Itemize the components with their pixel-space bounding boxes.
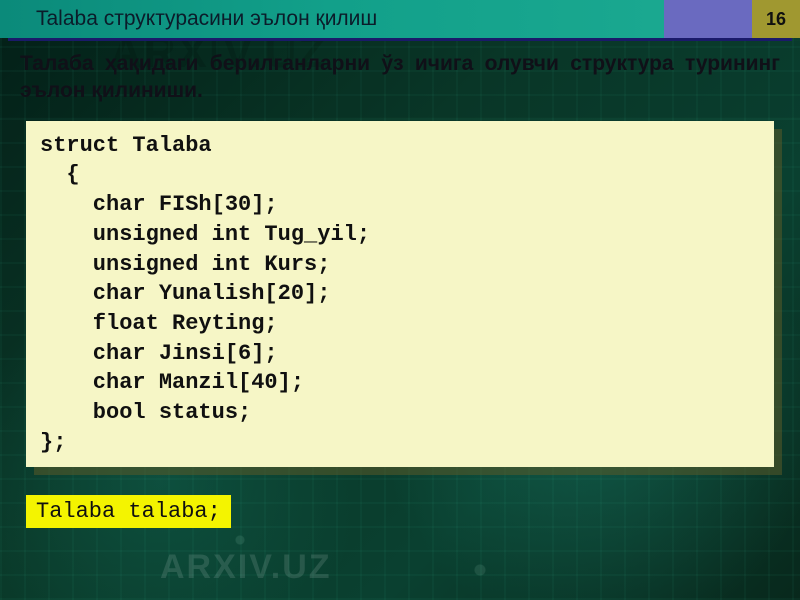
declaration-line: Talaba talaba;	[26, 495, 231, 528]
page-number: 16	[752, 0, 800, 38]
slide-subtitle: Талаба ҳақидаги берилганларни ўз ичига о…	[0, 41, 800, 117]
declaration-container: Talaba talaba;	[26, 495, 231, 528]
slide-title: Talaba структурасини эълон қилиш	[0, 0, 664, 38]
code-block-container: struct Talaba { char FISh[30]; unsigned …	[26, 121, 774, 468]
header-accent	[664, 0, 752, 38]
code-block: struct Talaba { char FISh[30]; unsigned …	[26, 121, 774, 468]
slide-header: Talaba структурасини эълон қилиш 16	[0, 0, 800, 38]
